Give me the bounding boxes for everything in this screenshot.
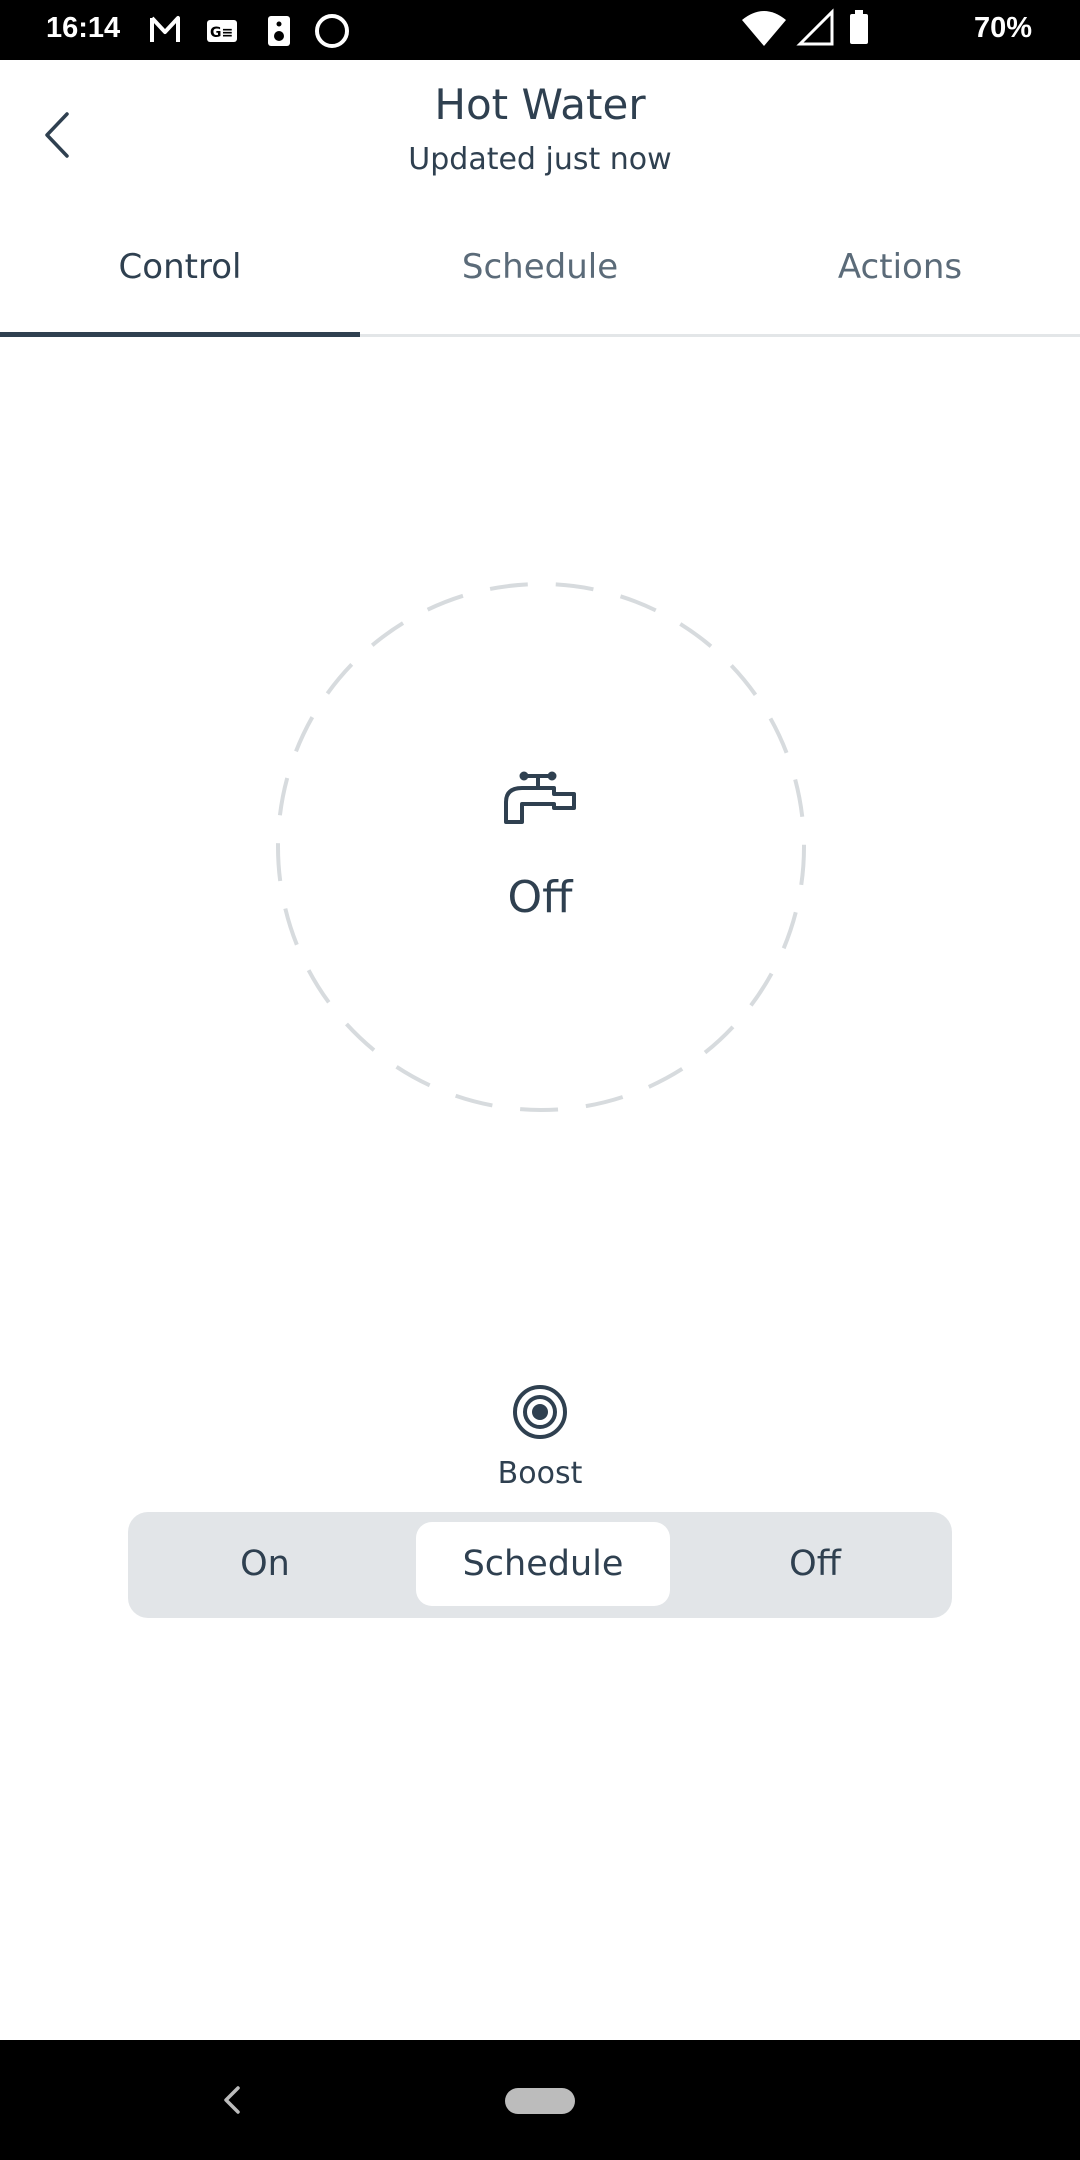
notification-icons: G≡ (150, 14, 349, 48)
mode-schedule-button[interactable]: Schedule (416, 1522, 670, 1606)
svg-text:G≡: G≡ (210, 25, 233, 41)
gmail-icon (150, 16, 180, 42)
system-icons (742, 8, 868, 46)
tab-actions[interactable]: Actions (720, 200, 1080, 334)
wifi-icon (742, 11, 786, 46)
status-dial (276, 582, 806, 1112)
signal-icon (796, 8, 834, 46)
target-icon (513, 1385, 567, 1439)
boost-label: Boost (497, 1456, 583, 1491)
mode-on-button[interactable]: On (138, 1522, 392, 1606)
battery-icon (850, 10, 868, 44)
page-subtitle: Updated just now (408, 142, 672, 177)
nav-back-icon[interactable] (222, 2084, 242, 2116)
mode-selector: On Schedule Off (128, 1512, 952, 1618)
tab-schedule[interactable]: Schedule (360, 200, 720, 334)
mode-off-button[interactable]: Off (688, 1522, 942, 1606)
nav-home-pill[interactable] (505, 2088, 575, 2114)
battery-percent: 70% (973, 12, 1032, 44)
tab-bar: Control Schedule Actions (0, 200, 1080, 337)
page-title: Hot Water (434, 80, 646, 129)
boost-button[interactable]: Boost (470, 1380, 610, 1500)
tab-control[interactable]: Control (0, 200, 360, 337)
news-icon: G≡ (207, 20, 237, 42)
speaker-icon (268, 16, 290, 46)
system-nav-bar (0, 2040, 1080, 2160)
hot-water-state: Off (507, 872, 573, 923)
circle-icon (315, 14, 349, 48)
status-time: 16:14 (46, 12, 121, 44)
header: Hot Water Updated just now (0, 60, 1080, 200)
tap-icon (504, 771, 576, 824)
status-bar: 16:14 G≡ 70% (0, 0, 1080, 60)
